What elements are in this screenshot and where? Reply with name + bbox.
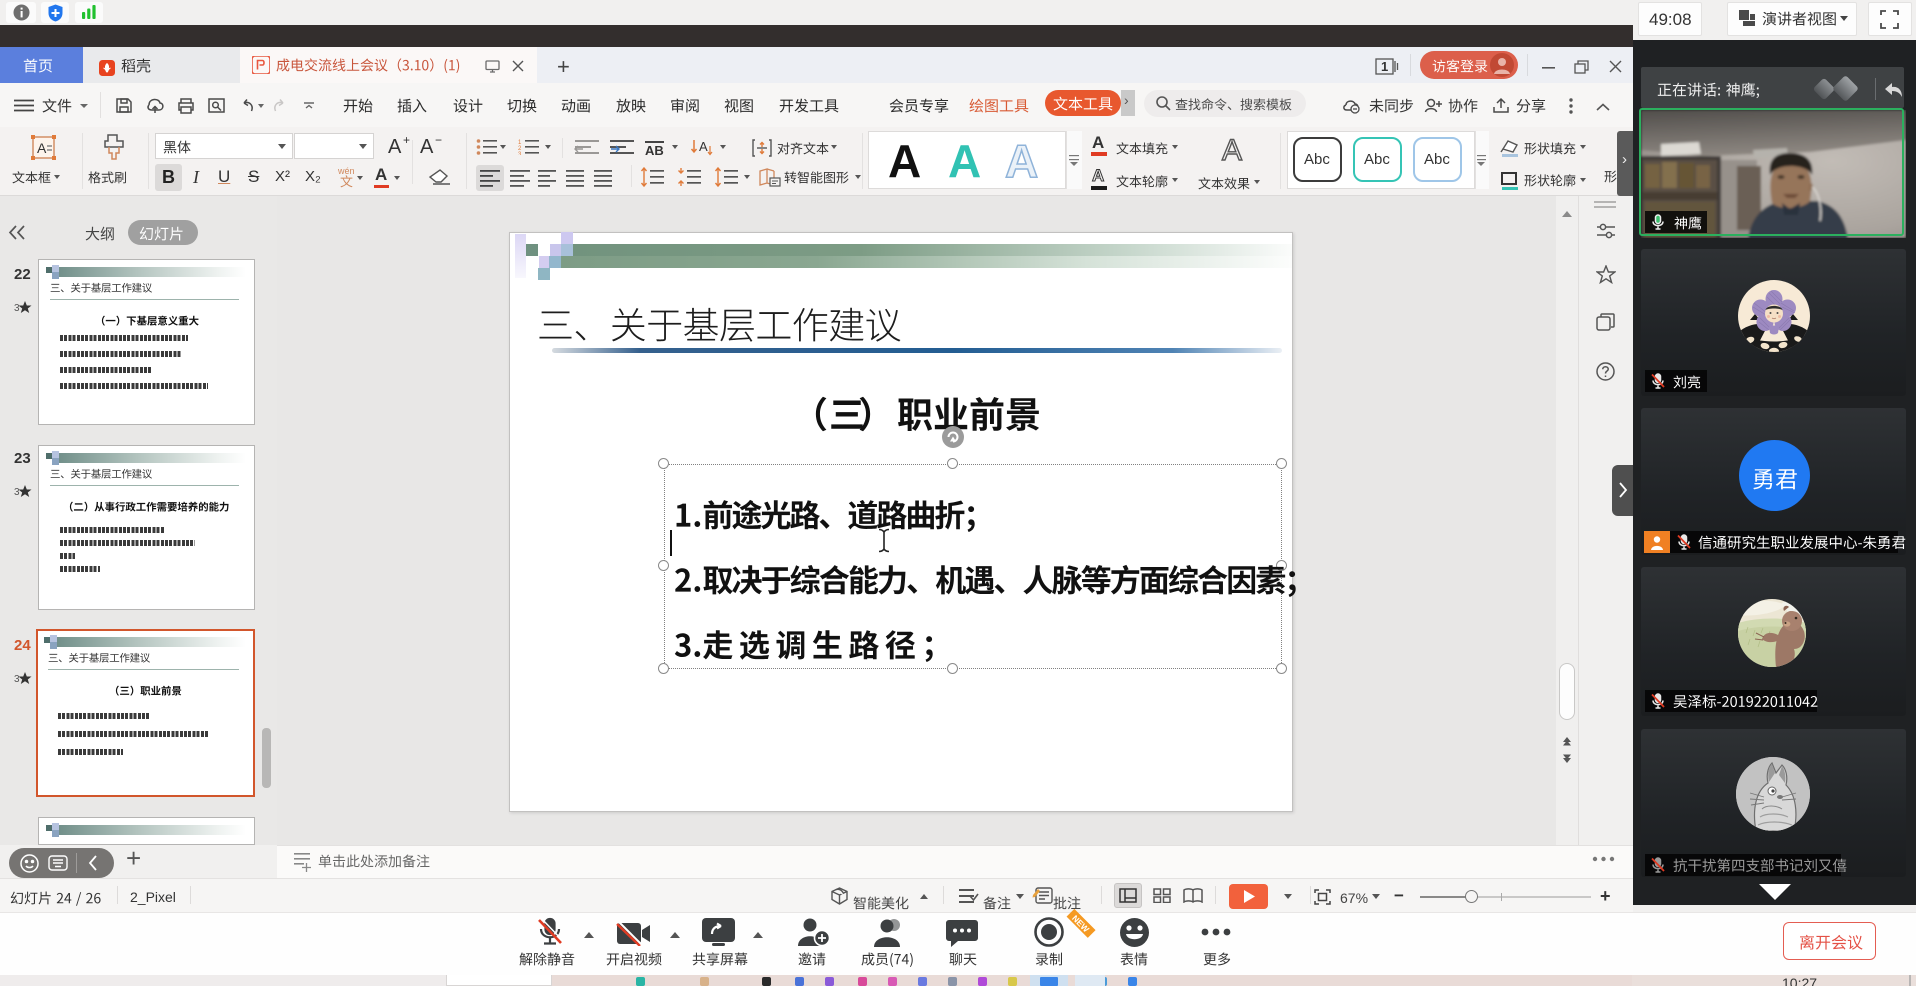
svg-text:3: 3 xyxy=(14,487,20,497)
svg-text:A: A xyxy=(699,139,708,154)
svg-text:3: 3 xyxy=(14,674,20,684)
svg-text:3: 3 xyxy=(14,303,20,313)
svg-text:A: A xyxy=(37,140,47,156)
svg-text:3: 3 xyxy=(518,152,522,155)
